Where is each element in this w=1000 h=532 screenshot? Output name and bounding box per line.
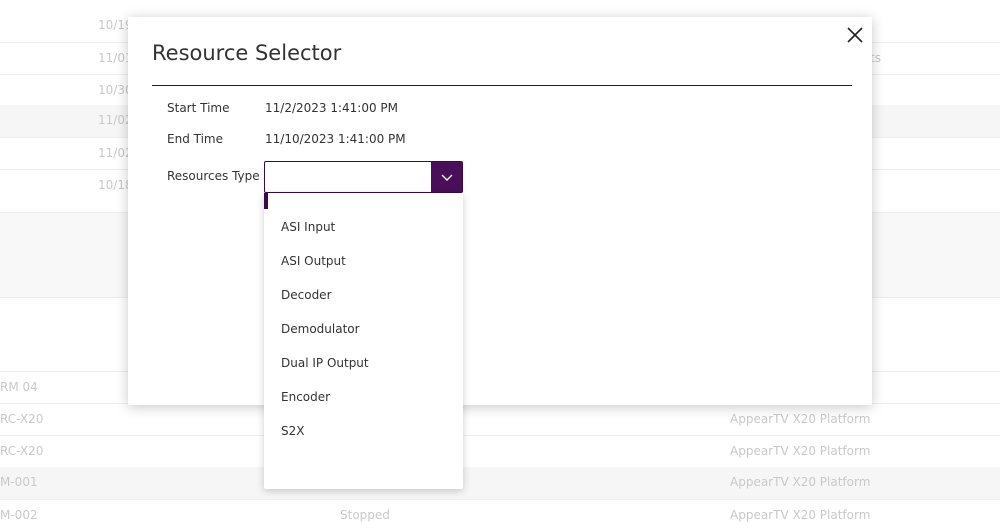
platform-cell: AppearTV X20 Platform [730,444,871,458]
close-button[interactable] [844,24,866,46]
option-asi-output[interactable]: ASI Output [264,244,463,278]
option-encoder[interactable]: Encoder [264,380,463,414]
name-cell: M-002 [0,508,38,522]
name-cell: RM 04 [0,380,38,394]
option-demodulator[interactable]: Demodulator [264,312,463,346]
name-cell: RC-X20 [0,444,44,458]
title-divider [152,85,852,86]
option-dual-ip-output[interactable]: Dual IP Output [264,346,463,380]
table-row: RC-X20 AppearTV X20 Platform [0,403,1000,436]
table-row: M-001 AppearTV X20 Platform [0,467,1000,499]
resource-selector-dialog: Resource Selector Start Time 11/2/2023 1… [128,17,872,405]
option-s2x[interactable]: S2X [264,414,463,448]
start-time-label: Start Time [167,101,230,115]
dialog-title: Resource Selector [152,41,342,65]
table-row: M-002 Stopped AppearTV X20 Platform [0,499,1000,532]
close-icon [847,27,863,43]
end-time-value: 11/10/2023 1:41:00 PM [265,132,406,146]
option-asi-input[interactable]: ASI Input [264,210,463,244]
name-cell: RC-X20 [0,412,44,426]
table-row: RC-X20 AppearTV X20 Platform [0,435,1000,468]
option-decoder[interactable]: Decoder [264,278,463,312]
chevron-down-icon [441,174,452,181]
platform-cell: AppearTV X20 Platform [730,475,871,489]
resources-type-dropdown: ASI Input ASI Output Decoder Demodulator… [264,193,463,489]
platform-cell: AppearTV X20 Platform [730,412,871,426]
resources-type-select[interactable] [264,161,463,193]
dropdown-toggle-button[interactable] [431,162,462,192]
resources-type-label: Resources Type [167,169,260,183]
start-time-value: 11/2/2023 1:41:00 PM [265,101,399,115]
name-cell: M-001 [0,475,38,489]
end-time-label: End Time [167,132,223,146]
status-cell: Stopped [340,508,390,522]
platform-cell: AppearTV X20 Platform [730,508,871,522]
dropdown-scroll-marker [264,193,268,209]
